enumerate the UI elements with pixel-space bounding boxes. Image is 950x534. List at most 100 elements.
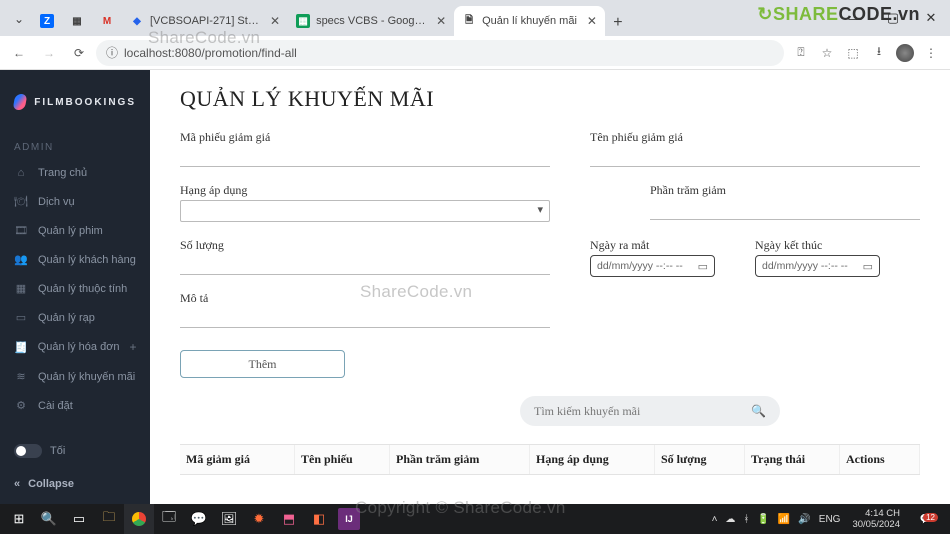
field-start-date: Ngày ra mắt dd/mm/yyyy --:-- --▭ <box>590 238 715 277</box>
add-button[interactable]: Thêm <box>180 350 345 378</box>
sidebar-item-promotions[interactable]: ≋Quản lý khuyến mãi <box>0 362 150 391</box>
end-date-input[interactable]: dd/mm/yyyy --:-- -- ▭ <box>755 255 880 277</box>
admin-sidebar: FILMBOOKINGS ADMIN ⌂ Trang chủ 🍽Dịch vụ 🎞… <box>0 70 150 504</box>
site-info-icon[interactable]: ⓘ <box>106 44 118 61</box>
sheets-icon: ▦ <box>296 14 310 28</box>
taskbar-search-icon[interactable]: 🔍 <box>34 504 64 534</box>
cloud-icon[interactable]: ☁ <box>725 514 735 525</box>
browser-tab-0[interactable]: Z <box>32 6 62 36</box>
app-icon-2[interactable]: 💬 <box>184 504 214 534</box>
forward-button[interactable]: → <box>36 40 62 66</box>
app-icon-4[interactable]: ✹ <box>244 504 274 534</box>
start-date-input[interactable]: dd/mm/yyyy --:-- --▭ <box>590 255 715 277</box>
gmail-icon: M <box>100 14 114 28</box>
brand-logo[interactable]: FILMBOOKINGS <box>0 84 150 128</box>
sidebar-item-films[interactable]: 🎞Quản lý phim <box>0 216 150 245</box>
rank-label: Hạng áp dụng <box>180 183 550 198</box>
sidebar-item-cinema[interactable]: ▭Quản lý rạp <box>0 303 150 332</box>
app-icon: ▦ <box>70 14 84 28</box>
sidebar-item-home[interactable]: ⌂ Trang chủ <box>0 159 150 187</box>
battery-icon[interactable]: 🔋 <box>757 514 769 525</box>
intellij-icon[interactable]: IJ <box>338 508 360 530</box>
close-icon[interactable]: ✕ <box>270 14 280 28</box>
volume-icon[interactable]: 🔊 <box>798 514 810 525</box>
th-name: Tên phiếu <box>295 445 390 474</box>
profile-avatar[interactable] <box>896 44 914 62</box>
wifi-icon[interactable]: 📶 <box>778 514 790 525</box>
sidebar-section-label: ADMIN <box>0 128 150 159</box>
language-indicator[interactable]: ENG <box>819 514 841 525</box>
percent-input[interactable] <box>650 200 920 220</box>
taskbar-clock[interactable]: 4:14 CH 30/05/2024 <box>848 508 904 530</box>
percent-label: Phần trăm giảm <box>650 183 920 198</box>
download-icon[interactable]: ⭳ <box>870 44 888 62</box>
qty-label: Số lượng <box>180 238 550 253</box>
sidebar-item-attributes[interactable]: ▦ Quản lý thuộc tính <box>0 274 150 303</box>
home-icon: ⌂ <box>14 167 28 179</box>
tray-chevron-icon[interactable]: ˄ <box>712 514 718 525</box>
start-button[interactable]: ⊞ <box>4 504 34 534</box>
grid-icon: ▦ <box>14 282 28 295</box>
field-percent: Phần trăm giảm <box>590 183 920 220</box>
bookmark-icon[interactable]: ☆ <box>818 44 836 62</box>
search-placeholder: Tìm kiếm khuyến mãi <box>534 404 640 419</box>
url-input[interactable]: ⓘ localhost:8080/promotion/find-all <box>96 40 784 66</box>
start-date-label: Ngày ra mắt <box>590 238 715 253</box>
zalo-icon: Z <box>40 14 54 28</box>
th-actions: Actions <box>840 445 920 474</box>
calendar-icon: ▭ <box>863 260 873 273</box>
notif-badge: 12 <box>923 513 938 522</box>
browser-tab-1[interactable]: ▦ <box>62 6 92 36</box>
browser-tab-5[interactable]: 🗎Quản lí khuyến mãi✕ <box>454 6 605 36</box>
close-icon[interactable]: ✕ <box>587 14 597 28</box>
sidebar-item-label: Quản lý phim <box>38 225 136 237</box>
date-placeholder: dd/mm/yyyy --:-- -- <box>762 260 848 272</box>
dark-mode-label: Tối <box>50 445 65 457</box>
field-rank: Hạng áp dụng <box>180 183 550 222</box>
logo-text: FILMBOOKINGS <box>34 97 136 108</box>
sidebar-item-invoices[interactable]: 🧾Quản lý hóa đơn+ <box>0 332 150 362</box>
sidebar-item-customers[interactable]: 👥Quản lý khách hàng <box>0 245 150 274</box>
app-icon-5[interactable]: ⬒ <box>274 504 304 534</box>
sidebar-item-label: Trang chủ <box>38 167 136 179</box>
browser-tab-3[interactable]: ◆[VCBSOAPI-271] Store Procedu✕ <box>122 6 288 36</box>
th-qty: Số lượng <box>655 445 745 474</box>
chrome-menu-icon[interactable]: ⋮ <box>922 44 940 62</box>
dark-mode-toggle[interactable] <box>14 444 42 458</box>
collapse-sidebar-button[interactable]: « Collapse <box>0 468 150 504</box>
bluetooth-icon[interactable]: ᚼ <box>743 514 749 525</box>
tab-search-icon[interactable]: ⌄ <box>8 8 30 30</box>
rank-select[interactable] <box>180 200 550 222</box>
code-input[interactable] <box>180 147 550 167</box>
sidebar-item-label: Quản lý thuộc tính <box>38 283 136 295</box>
sidebar-item-settings[interactable]: ⚙Cài đặt <box>0 391 150 420</box>
new-tab-button[interactable]: + <box>605 10 631 36</box>
browser-tab-4[interactable]: ▦ specs VCBS - Google Trang tính ✕ <box>288 6 454 36</box>
reload-button[interactable]: ⟳ <box>66 40 92 66</box>
qty-input[interactable] <box>180 255 550 275</box>
extension-icon[interactable]: ⬚ <box>844 44 862 62</box>
desc-input[interactable] <box>180 308 550 328</box>
browser-tab-2[interactable]: M <box>92 6 122 36</box>
tab-title: specs VCBS - Google Trang tính <box>316 15 426 27</box>
close-icon[interactable]: ✕ <box>436 14 446 28</box>
back-button[interactable]: ← <box>6 40 32 66</box>
explorer-icon[interactable]: 🗀 <box>94 504 124 534</box>
url-text: localhost:8080/promotion/find-all <box>124 46 297 60</box>
notification-center-icon[interactable]: 💬12 <box>912 514 940 525</box>
service-icon: 🍽 <box>14 195 28 208</box>
search-input[interactable]: Tìm kiếm khuyến mãi 🔍 <box>520 396 780 426</box>
name-input[interactable] <box>590 147 920 167</box>
windows-taskbar: ⊞ 🔍 ▭ 🗀 🗔 💬 🖼 ✹ ⬒ ◧ IJ ˄ ☁ ᚼ 🔋 📶 🔊 ENG 4… <box>0 504 950 534</box>
sidebar-item-service[interactable]: 🍽Dịch vụ <box>0 187 150 216</box>
cinema-icon: ▭ <box>14 311 28 324</box>
app-icon-3[interactable]: 🖼 <box>214 504 244 534</box>
share-icon[interactable]: ⍰ <box>792 44 810 62</box>
field-name: Tên phiếu giảm giá <box>590 130 920 167</box>
sidebar-item-label: Quản lý khuyến mãi <box>38 371 136 383</box>
chrome-taskbar-icon[interactable] <box>124 504 154 534</box>
task-view-icon[interactable]: ▭ <box>64 504 94 534</box>
logo-icon <box>13 94 28 110</box>
app-icon-6[interactable]: ◧ <box>304 504 334 534</box>
app-icon-1[interactable]: 🗔 <box>154 504 184 534</box>
